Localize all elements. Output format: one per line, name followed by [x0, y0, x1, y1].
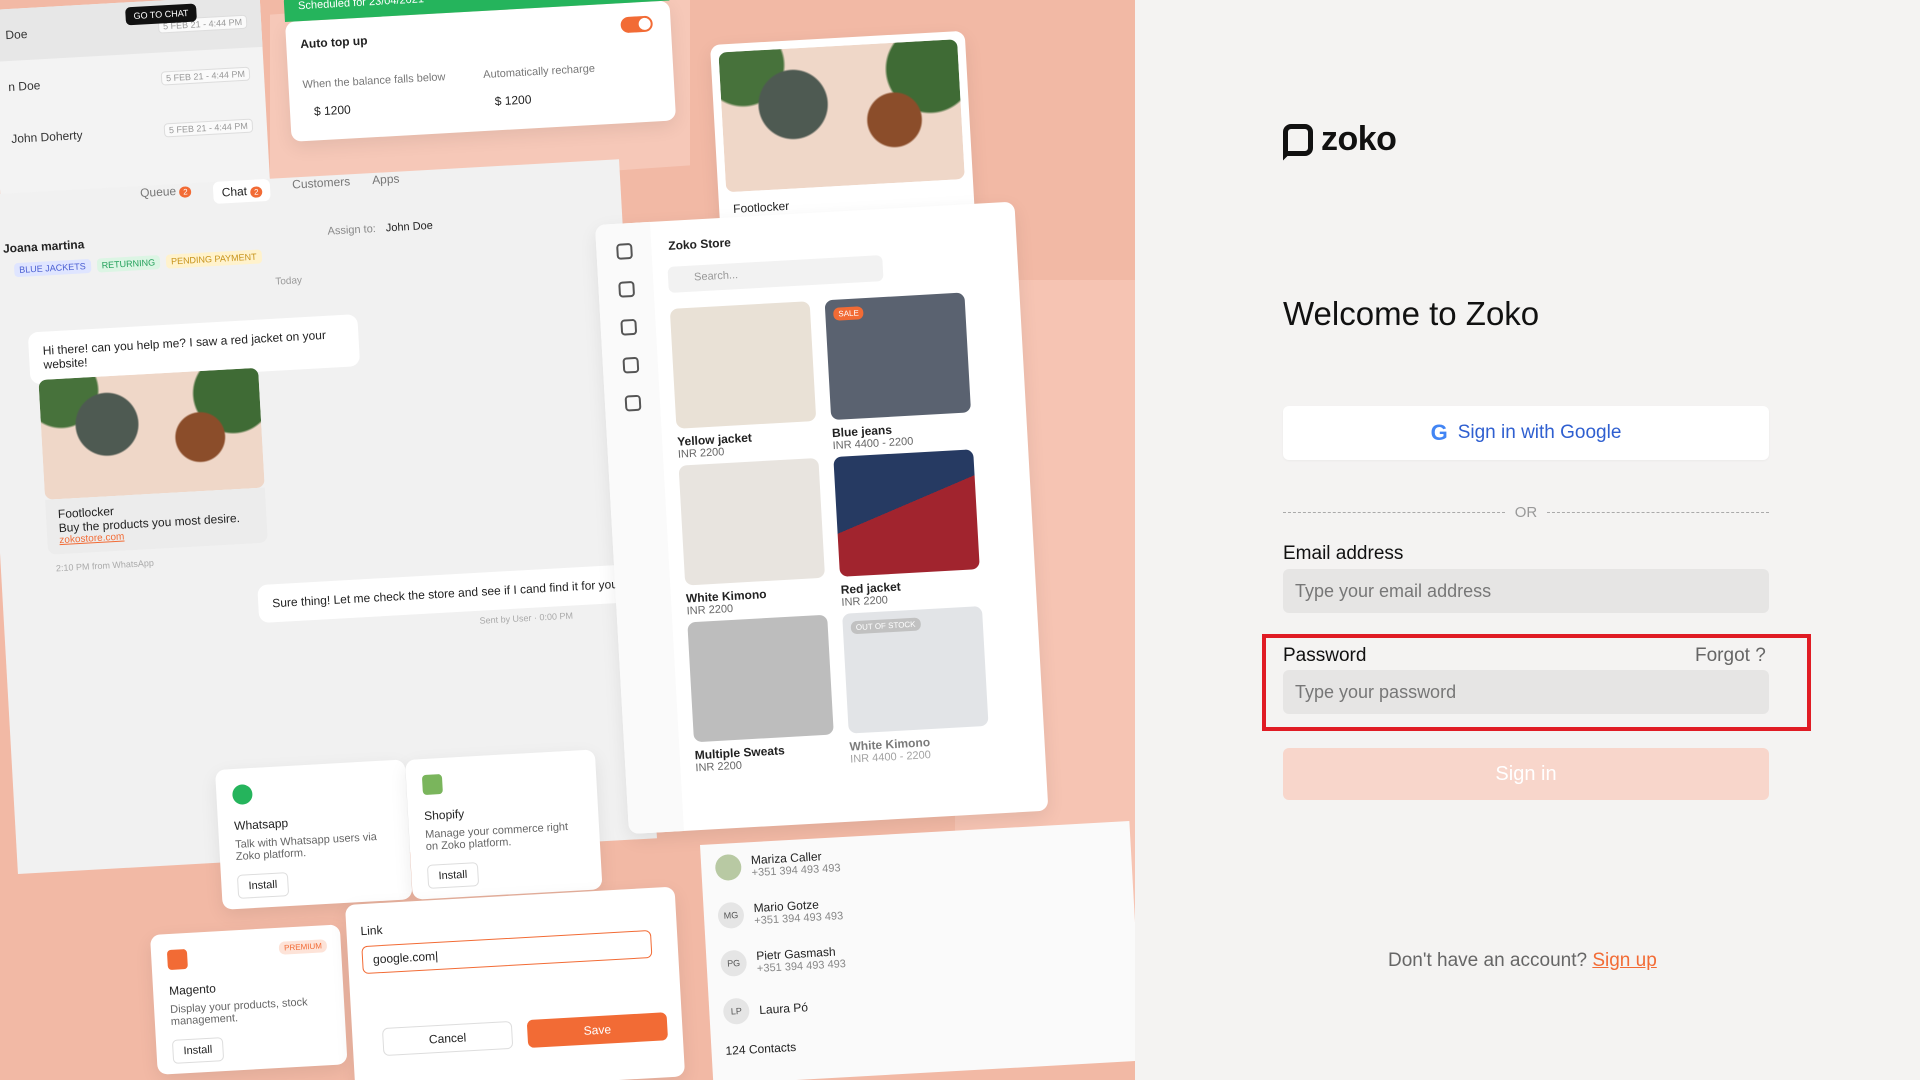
- whatsapp-icon: [231, 783, 253, 806]
- date-divider: Today: [275, 275, 303, 288]
- link-field: google.com|: [361, 929, 653, 975]
- signup-prompt: Don't have an account? Sign up: [1388, 950, 1657, 972]
- tag: PENDING PAYMENT: [165, 249, 262, 269]
- link-label: Link: [360, 922, 383, 939]
- tag: BLUE JACKETS: [13, 258, 92, 278]
- password-highlight-box: [1262, 634, 1811, 731]
- google-icon: G: [1430, 420, 1448, 445]
- chat-bubble-logo-icon: [1283, 123, 1313, 156]
- product-tile: White Kimono INR 2200: [678, 457, 827, 617]
- product-tile: OUT OF STOCK White Kimono INR 4400 - 2200: [842, 605, 990, 766]
- integration-desc: Display your products, stock management.: [169, 996, 308, 1028]
- install-button: Install: [426, 862, 479, 889]
- chat-contact-name: John Doherty: [10, 128, 83, 147]
- zoko-logo: zoko: [1283, 120, 1397, 159]
- email-label: Email address: [1283, 543, 1404, 564]
- store-title: Zoko Store: [667, 235, 732, 253]
- auto-top-up-title: Auto top up: [299, 33, 368, 52]
- customer-tags: BLUE JACKETS RETURNING PENDING PAYMENT: [13, 249, 262, 278]
- sign-up-link[interactable]: Sign up: [1592, 950, 1656, 971]
- tab-apps: Apps: [371, 171, 400, 188]
- message-product-info: Footlocker Buy the products you most des…: [45, 487, 268, 555]
- chat-contact-name: n Doe: [7, 78, 41, 95]
- recharge-label: Automatically recharge: [482, 62, 596, 82]
- message-meta: 2:10 PM from WhatsApp: [55, 557, 155, 574]
- outgoing-message-meta: Sent by User · 0:00 PM: [479, 610, 574, 626]
- chat-date: 5 FEB 21 - 4:44 PM: [160, 66, 251, 86]
- tag: RETURNING: [96, 255, 161, 273]
- recharge-value: $ 1200: [494, 92, 532, 109]
- login-panel: zoko Welcome to Zoko G Sign in with Goog…: [1135, 0, 1920, 1080]
- avatar: MG: [717, 901, 745, 930]
- auto-top-up-toggle: [620, 15, 654, 34]
- install-button: Install: [171, 1037, 224, 1064]
- product-photo: [718, 39, 965, 193]
- customer-name: Joana martina: [2, 237, 85, 256]
- product-tile: SALE Blue jeans INR 4400 - 2200: [824, 292, 973, 452]
- link-dialog-preview: Link google.com| Cancel Save: [345, 886, 686, 1080]
- or-label: OR: [1514, 504, 1538, 521]
- schedule-banner: Scheduled for 23/04/2021: [283, 0, 670, 22]
- integration-card-magento: PREMIUM Magento Display your products, s…: [150, 924, 348, 1075]
- sign-in-button[interactable]: Sign in: [1283, 748, 1769, 800]
- no-account-text: Don't have an account?: [1388, 950, 1588, 971]
- premium-badge: PREMIUM: [278, 939, 328, 955]
- integration-card-shopify: Shopify Manage your commerce right on Zo…: [405, 749, 603, 900]
- cancel-button: Cancel: [381, 1020, 514, 1057]
- integration-name: Shopify: [423, 806, 465, 824]
- integration-card-whatsapp: Whatsapp Talk with Whatsapp users via Zo…: [215, 759, 413, 910]
- or-divider: OR: [1283, 504, 1769, 521]
- product-title: Footlocker: [732, 198, 790, 216]
- shopify-icon: [421, 773, 443, 796]
- auto-top-up-card: Scheduled for 23/04/2021 Auto top up Whe…: [283, 0, 677, 142]
- avatar: [714, 853, 743, 882]
- outgoing-message: Sure thing! Let me check the store and s…: [257, 562, 659, 624]
- contacts-count: 124 Contacts: [725, 1039, 797, 1058]
- magento-icon: [166, 948, 188, 971]
- hero-collage: Doe 5 FEB 21 - 4:44 PM n Doe 5 FEB 21 - …: [0, 0, 1135, 1080]
- threshold-label: When the balance falls below: [302, 71, 446, 92]
- product-tile: Yellow jacket INR 2200: [669, 301, 818, 461]
- contacts-preview: Mariza Caller +351 394 493 493 MG Mario G…: [700, 820, 1135, 1080]
- install-button: Install: [236, 872, 289, 899]
- welcome-heading: Welcome to Zoko: [1283, 295, 1540, 332]
- tab-queue: Queue 2: [140, 183, 193, 208]
- integration-desc: Talk with Whatsapp users via Zoko platfo…: [234, 831, 378, 863]
- message-product-photo: [38, 367, 265, 500]
- email-field[interactable]: [1283, 569, 1769, 613]
- integration-name: Magento: [168, 981, 217, 999]
- threshold-value: $ 1200: [313, 102, 352, 119]
- brand-name: zoko: [1321, 120, 1397, 158]
- avatar: PG: [719, 949, 748, 978]
- tab-customers: Customers: [291, 174, 351, 192]
- google-sign-in-label: Sign in with Google: [1457, 422, 1622, 443]
- integration-name: Whatsapp: [233, 816, 289, 834]
- assign-to: Assign to: John Doe: [327, 219, 434, 238]
- save-button: Save: [526, 1012, 669, 1048]
- chat-date: 5 FEB 21 - 4:44 PM: [163, 118, 254, 138]
- tab-chat: Chat 2: [213, 178, 272, 204]
- integration-desc: Manage your commerce right on Zoko platf…: [424, 821, 569, 853]
- google-sign-in-button[interactable]: G Sign in with Google: [1283, 406, 1769, 460]
- avatar: LP: [722, 997, 751, 1025]
- product-tile: Multiple Sweats INR 2200: [687, 614, 835, 774]
- chat-list-preview: Doe 5 FEB 21 - 4:44 PM n Doe 5 FEB 21 - …: [0, 0, 271, 210]
- product-tile: Red jacket INR 2200: [833, 449, 981, 609]
- store-panel-preview: Zoko Store Search... Yellow jacket INR 22…: [595, 201, 1049, 835]
- store-search: Search...: [667, 255, 884, 293]
